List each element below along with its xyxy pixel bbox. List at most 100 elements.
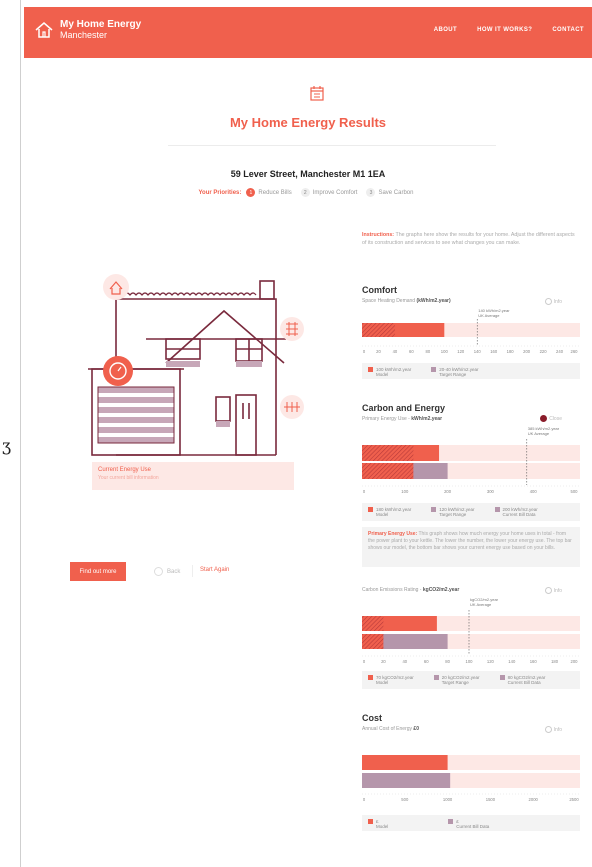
tick-label: 60: [409, 349, 414, 354]
legend-label: Model: [376, 680, 389, 685]
carbon-chart: 385 kWh/m2.yearUK Average0 100 200 300 400 50…: [362, 426, 580, 494]
back-button[interactable]: Back: [154, 567, 180, 576]
reference-name-label: UK Average: [470, 602, 492, 607]
left-border: [20, 0, 21, 867]
instructions-text: The graphs here show the results for you…: [362, 232, 575, 246]
legend-swatch: [499, 675, 505, 680]
nav-contact[interactable]: CONTACT: [552, 27, 584, 33]
tick-label: 160: [490, 349, 498, 354]
logo-text: My Home Energy Manchester: [60, 19, 142, 41]
tick-label: 80: [445, 659, 450, 664]
address: 59 Lever Street, Manchester M1 1EA: [230, 169, 386, 179]
tick-label: 200: [523, 349, 531, 354]
navbar: My Home Energy Manchester ABOUT HOW IT W…: [24, 7, 592, 58]
brand-line1: My Home Energy: [60, 19, 142, 30]
emissions-sub-unit: kgCO2/m2.year: [422, 587, 460, 593]
legend-label: Current Bill Data: [507, 680, 541, 685]
carbon-title: Carbon and Energy: [362, 403, 446, 413]
step-label: Save Carbon: [378, 189, 414, 196]
emissions-sub-prefix: Carbon Emissions Rating -: [362, 587, 422, 593]
page-title: My Home Energy Results: [229, 115, 387, 130]
current-energy-card[interactable]: Current Energy Use Your current bill inf…: [92, 462, 294, 490]
priority-step-1[interactable]: 1 Reduce Bills: [246, 188, 292, 197]
legend-target: 20-40 kWh/m2.year Target Range: [431, 367, 479, 377]
comfort-info-button[interactable]: Info: [544, 298, 562, 305]
carbon-description: Primary Energy Use: This graph shows how…: [362, 527, 580, 567]
back-arrow-icon: [154, 567, 163, 576]
tick-label: 500: [401, 797, 409, 802]
logo[interactable]: My Home Energy Manchester: [34, 20, 141, 40]
tick-label: 80: [426, 349, 431, 354]
step-number: 2: [300, 188, 310, 197]
energy-card-title: Current Energy Use: [98, 467, 152, 473]
legend-label: Current Bill Data: [502, 512, 536, 517]
tick-label: 40: [402, 659, 407, 664]
comfort-legend: 100 kWh/m2.year Model 20-40 kWh/m2.year Ta…: [362, 363, 580, 379]
tick-label: 40: [393, 349, 398, 354]
comfort-chart: 140 kWh/m2.yearUK Average0 20 40 60 80 100 120…: [362, 308, 580, 354]
bar-bill: [362, 773, 451, 788]
legend-bill: 200 kWh/m2.year Current Bill Data: [494, 507, 538, 517]
bar-target-model: [362, 445, 414, 461]
margin-mark: ʒ: [2, 436, 12, 455]
brand-line2: Manchester: [60, 30, 108, 40]
nav-how-it-works[interactable]: HOW IT WORKS?: [477, 27, 532, 33]
tick-label: 260: [571, 349, 579, 354]
legend-label: Model: [376, 372, 389, 377]
legend-bill: £ Current Bill Data: [448, 819, 490, 829]
info-icon: [544, 298, 552, 305]
cost-subtitle: Annual Cost of Energy £0: [362, 726, 419, 732]
bar-target-model: [362, 323, 395, 337]
tick-label: 160: [530, 659, 538, 664]
start-again-link[interactable]: Start Again: [200, 567, 229, 573]
tick-label: 500: [571, 489, 579, 494]
tick-label: 100: [466, 659, 474, 664]
close-icon: [540, 415, 548, 422]
tick-label: 0: [363, 659, 366, 664]
tick-label: 2000: [529, 797, 539, 802]
energy-card-subtitle: Your current bill information: [98, 475, 159, 481]
desc-lead: Primary Energy Use:: [368, 531, 418, 537]
legend-swatch: [448, 819, 454, 824]
tick-label: 180: [507, 349, 515, 354]
emissions-subtitle: Carbon Emissions Rating - kgCO2/m2.year: [362, 587, 459, 593]
comfort-sub-prefix: Space Heating Demand: [362, 298, 416, 304]
legend-target: 120 kWh/m2.year Target Range: [431, 507, 475, 517]
carbon-subtitle: Primary Energy Use - kWh/m2.year: [362, 416, 442, 422]
find-out-more-button[interactable]: Find out more: [70, 562, 126, 581]
bar-model: [362, 755, 448, 770]
tick-label: 0: [363, 349, 366, 354]
legend-swatch: [494, 507, 500, 512]
tick-label: 20: [376, 349, 381, 354]
cost-info-button[interactable]: Info: [544, 726, 562, 733]
priority-step-2[interactable]: 2 Improve Comfort: [300, 188, 358, 197]
legend-label: Current Bill Data: [456, 824, 490, 829]
bar-target-model: [362, 616, 384, 631]
legend-swatch: [433, 675, 439, 680]
step-label: Improve Comfort: [312, 189, 358, 196]
tick-label: 140: [508, 659, 516, 664]
legend-swatch: [368, 507, 373, 512]
legend-model: 70 kgCO2/m2.year Model: [368, 675, 414, 685]
tick-label: 400: [530, 489, 538, 494]
legend-label: Target Range: [439, 372, 467, 377]
emissions-info-button[interactable]: Info: [544, 587, 562, 594]
cost-title: Cost: [362, 713, 382, 723]
bar-target-bill: [362, 634, 384, 649]
priority-step-3[interactable]: 3 Save Carbon: [366, 188, 413, 197]
legend-swatch: [368, 819, 373, 824]
nav-about[interactable]: ABOUT: [434, 27, 457, 33]
legend-target: 20 kgCO2/m2.year Target Range: [433, 675, 480, 685]
step-number: 3: [366, 188, 376, 197]
close-label: Close: [549, 415, 562, 422]
instructions: Instructions: The graphs here show the r…: [362, 231, 580, 247]
legend-label: Target Range: [439, 512, 467, 517]
carbon-close-button[interactable]: Close: [540, 415, 562, 422]
info-label: Info: [553, 298, 562, 305]
legend-swatch: [368, 367, 373, 372]
carbon-sub-unit: kWh/m2.year: [411, 416, 443, 422]
action-divider: [192, 565, 193, 577]
emissions-legend: 70 kgCO2/m2.year Model 20 kgCO2/m2.year Ta…: [362, 671, 580, 689]
carbon-sub-prefix: Primary Energy Use -: [362, 416, 410, 422]
tick-label: 180: [551, 659, 559, 664]
